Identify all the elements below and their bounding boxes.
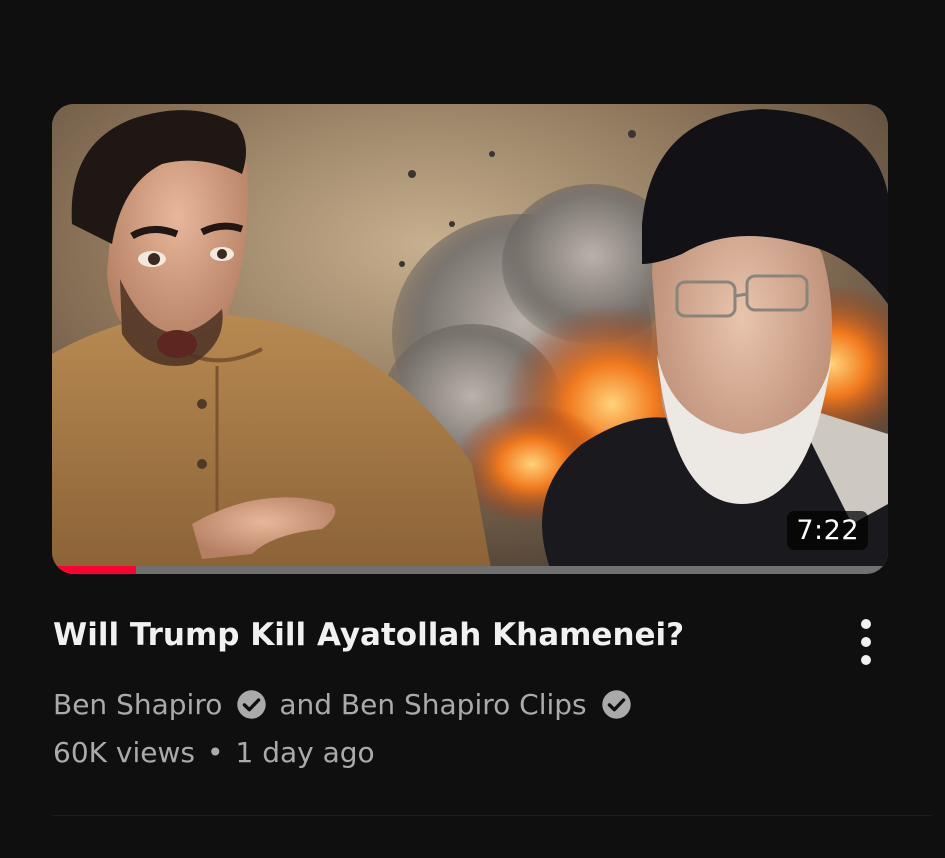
video-meta: 60K views • 1 day ago — [53, 732, 375, 772]
channel-name-secondary[interactable]: and Ben Shapiro Clips — [279, 688, 586, 721]
watch-progress-fill — [52, 566, 136, 574]
verified-check-icon — [237, 689, 267, 719]
duration-badge: 7:22 — [787, 511, 868, 550]
video-title[interactable]: Will Trump Kill Ayatollah Khamenei? — [53, 614, 813, 656]
thumbnail-image — [52, 104, 888, 574]
upload-age: 1 day ago — [235, 735, 375, 769]
meta-separator: • — [206, 735, 224, 769]
video-thumbnail[interactable]: 7:22 — [52, 104, 888, 574]
channel-line: Ben Shapiro and Ben Shapiro Clips — [53, 684, 644, 724]
video-card[interactable]: 7:22 Will Trump Kill Ayatollah Khamenei?… — [0, 0, 945, 858]
more-vert-icon-dot — [861, 655, 871, 665]
channel-name-primary[interactable]: Ben Shapiro — [53, 688, 222, 721]
more-options-button[interactable] — [848, 614, 884, 670]
watch-progress-bar — [52, 566, 888, 574]
view-count: 60K views — [53, 735, 195, 769]
card-divider — [52, 815, 932, 816]
more-vert-icon-dot — [861, 637, 871, 647]
more-vert-icon — [861, 619, 871, 629]
verified-check-icon — [601, 689, 631, 719]
